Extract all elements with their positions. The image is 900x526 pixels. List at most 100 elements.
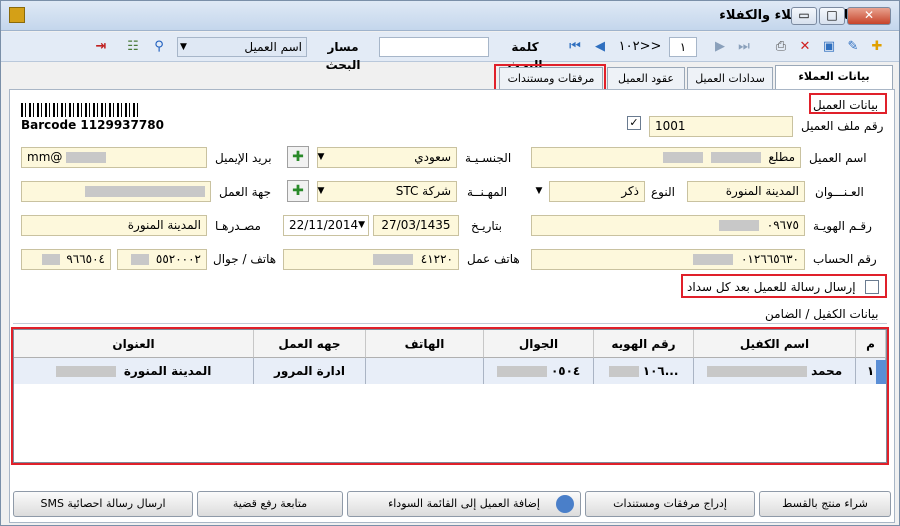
email-field[interactable]: mm@ <box>21 147 207 168</box>
tab-contracts[interactable]: عقود العميل <box>607 67 685 89</box>
file-no-checkbox[interactable]: ✓ <box>627 116 641 130</box>
date-greg-picker[interactable]: 22/11/2014 ▼ <box>283 215 369 236</box>
user-icon <box>556 495 574 513</box>
job-select[interactable]: شركة STC <box>317 181 457 202</box>
nationality-value: سعودي <box>414 150 451 164</box>
delete-icon[interactable]: ✕ <box>795 38 815 56</box>
work-phone-value: ٤١٢٢٠ <box>420 252 453 266</box>
nationality-label: الجنسـيـة <box>465 151 512 165</box>
account-value: ٠١٢٦٦٥٦٣٠ <box>740 252 799 266</box>
redacted-block <box>85 186 205 197</box>
search-path-select[interactable]: اسم العميل ▼ <box>177 37 307 57</box>
tab-customers-guarantors[interactable]: بيانات العملاء والكفلاء <box>775 65 893 104</box>
search-keyword-label: كلمة البحث <box>507 40 543 72</box>
redacted-block <box>131 254 150 265</box>
date-greg-value: 22/11/2014 <box>289 218 359 232</box>
redacted-block <box>41 254 60 265</box>
search-keyword-input[interactable] <box>379 37 489 57</box>
maximize-button[interactable]: □ <box>819 7 845 25</box>
redacted-block <box>718 220 759 231</box>
gender-label: النوع <box>651 185 675 199</box>
case-followup-button[interactable]: متابعة رفع قضية <box>197 491 343 517</box>
minimize-button[interactable]: ▭ <box>791 7 817 25</box>
email-label: بريد الإيميل <box>215 151 272 165</box>
next-icon[interactable]: ▶ <box>711 38 729 56</box>
redacted-block <box>710 152 761 163</box>
issue-field[interactable]: المدينة المنورة <box>21 215 207 236</box>
search-path-label: مسار البحث <box>325 40 361 72</box>
address-field[interactable]: المدينة المنورة <box>687 181 805 202</box>
record-number-field[interactable]: ١ <box>669 37 697 57</box>
name-label: اسم العميل <box>809 151 867 165</box>
search-path-value: اسم العميل <box>244 40 302 54</box>
save-icon[interactable]: ▣ <box>819 38 839 56</box>
account-field[interactable]: ٠١٢٦٦٥٦٣٠ <box>531 249 805 270</box>
filter-icon[interactable]: ☷ <box>123 38 143 56</box>
work-phone-field[interactable]: ٤١٢٢٠ <box>283 249 459 270</box>
chevron-down-icon[interactable]: ▼ <box>313 147 329 168</box>
employer-field[interactable] <box>21 181 211 202</box>
phone-field[interactable]: ٥٥٢٠٠٠٢ <box>117 249 207 270</box>
section-title-guarantor: بيانات الكفيل / الضامن <box>765 307 879 321</box>
add-job-icon[interactable]: ✚ <box>287 180 309 202</box>
file-no-label: رقم ملف العميل <box>801 119 884 133</box>
email-value: mm@ <box>27 150 63 164</box>
issue-label: مصـدرهـا <box>215 219 261 233</box>
phone-value: ٥٥٢٠٠٠٢ <box>155 252 201 266</box>
work-phone-label: هاتف عمل <box>467 252 520 266</box>
file-no-field[interactable]: 1001 <box>649 116 793 137</box>
search-icon[interactable]: ⚲ <box>149 38 169 56</box>
highlight-sms-option <box>681 274 887 298</box>
blacklist-button[interactable]: إضافة العميل إلى القائمة السوداء <box>347 491 581 517</box>
title-bar: بيانات العملاء والكفلاء ▭ □ ✕ <box>1 1 899 31</box>
insert-attachments-button[interactable]: إدراج مرفقات ومستندات <box>585 491 755 517</box>
record-position: ١٠٢>> <box>618 39 662 54</box>
exit-icon[interactable]: ⇥ <box>91 38 111 56</box>
buy-installment-button[interactable]: شراء منتج بالقسط <box>759 491 891 517</box>
prev-icon[interactable]: ◀ <box>591 38 609 56</box>
mobile-value: ٩٦٦٥٠٤ <box>66 252 105 266</box>
redacted-block <box>693 254 734 265</box>
phone-label: هاتف / جوال <box>213 252 277 266</box>
redacted-block <box>66 152 107 163</box>
gender-select[interactable]: ذكر <box>549 181 645 202</box>
app-secondary-icon <box>9 7 25 23</box>
add-nationality-icon[interactable]: ✚ <box>287 146 309 168</box>
date-label: بتاريـخ <box>471 219 503 233</box>
employer-label: جهة العمل <box>219 185 272 199</box>
id-field[interactable]: ٠٩٦٧٥ <box>531 215 805 236</box>
redacted-block <box>372 254 413 265</box>
print-icon[interactable]: ⎙ <box>771 38 791 56</box>
id-label: رقـم الهويـة <box>813 219 872 233</box>
first-icon[interactable]: ⏮ <box>565 38 585 56</box>
mobile-field[interactable]: ٩٦٦٥٠٤ <box>21 249 111 270</box>
highlight-section-title <box>809 93 887 114</box>
main-window: بيانات العملاء والكفلاء ▭ □ ✕ ✚ ✎ ▣ ✕ ⎙ … <box>0 0 900 526</box>
date-hijri-field[interactable]: 27/03/1435 <box>373 215 459 236</box>
toolbar: ✚ ✎ ▣ ✕ ⎙ ⏭ ▶ ١ ١٠٢>> ◀ ⏮ كلمة البحث مسا… <box>1 32 899 72</box>
chevron-down-icon[interactable]: ▼ <box>531 181 547 202</box>
edit-icon[interactable]: ✎ <box>843 38 863 56</box>
add-icon[interactable]: ✚ <box>867 38 887 56</box>
id-value: ٠٩٦٧٥ <box>766 218 799 232</box>
nationality-select[interactable]: سعودي <box>317 147 457 168</box>
last-icon[interactable]: ⏭ <box>735 38 753 56</box>
chevron-down-icon: ▼ <box>180 42 187 52</box>
account-label: رقم الحساب <box>813 252 877 266</box>
tab-payments[interactable]: سدادات العميل <box>687 67 773 89</box>
address-label: العـنـــوان <box>815 185 864 199</box>
tab-strip: بيانات العملاء والكفلاء سدادات العميل عق… <box>1 65 899 104</box>
job-value: شركة STC <box>395 184 451 198</box>
chevron-down-icon: ▼ <box>358 220 365 230</box>
blacklist-button-label: إضافة العميل إلى القائمة السوداء <box>388 497 540 510</box>
name-field[interactable]: مطلع <box>531 147 801 168</box>
barcode-text: Barcode 1129937780 <box>21 118 164 132</box>
barcode-image <box>21 103 141 117</box>
chevron-down-icon[interactable]: ▼ <box>313 181 329 202</box>
sms-stats-button[interactable]: ارسال رسالة احصائية SMS <box>13 491 193 517</box>
close-button[interactable]: ✕ <box>847 7 891 25</box>
divider <box>13 323 887 324</box>
redacted-block <box>662 152 703 163</box>
job-label: المهـنــة <box>467 185 508 199</box>
highlight-guarantor-table <box>11 327 889 465</box>
